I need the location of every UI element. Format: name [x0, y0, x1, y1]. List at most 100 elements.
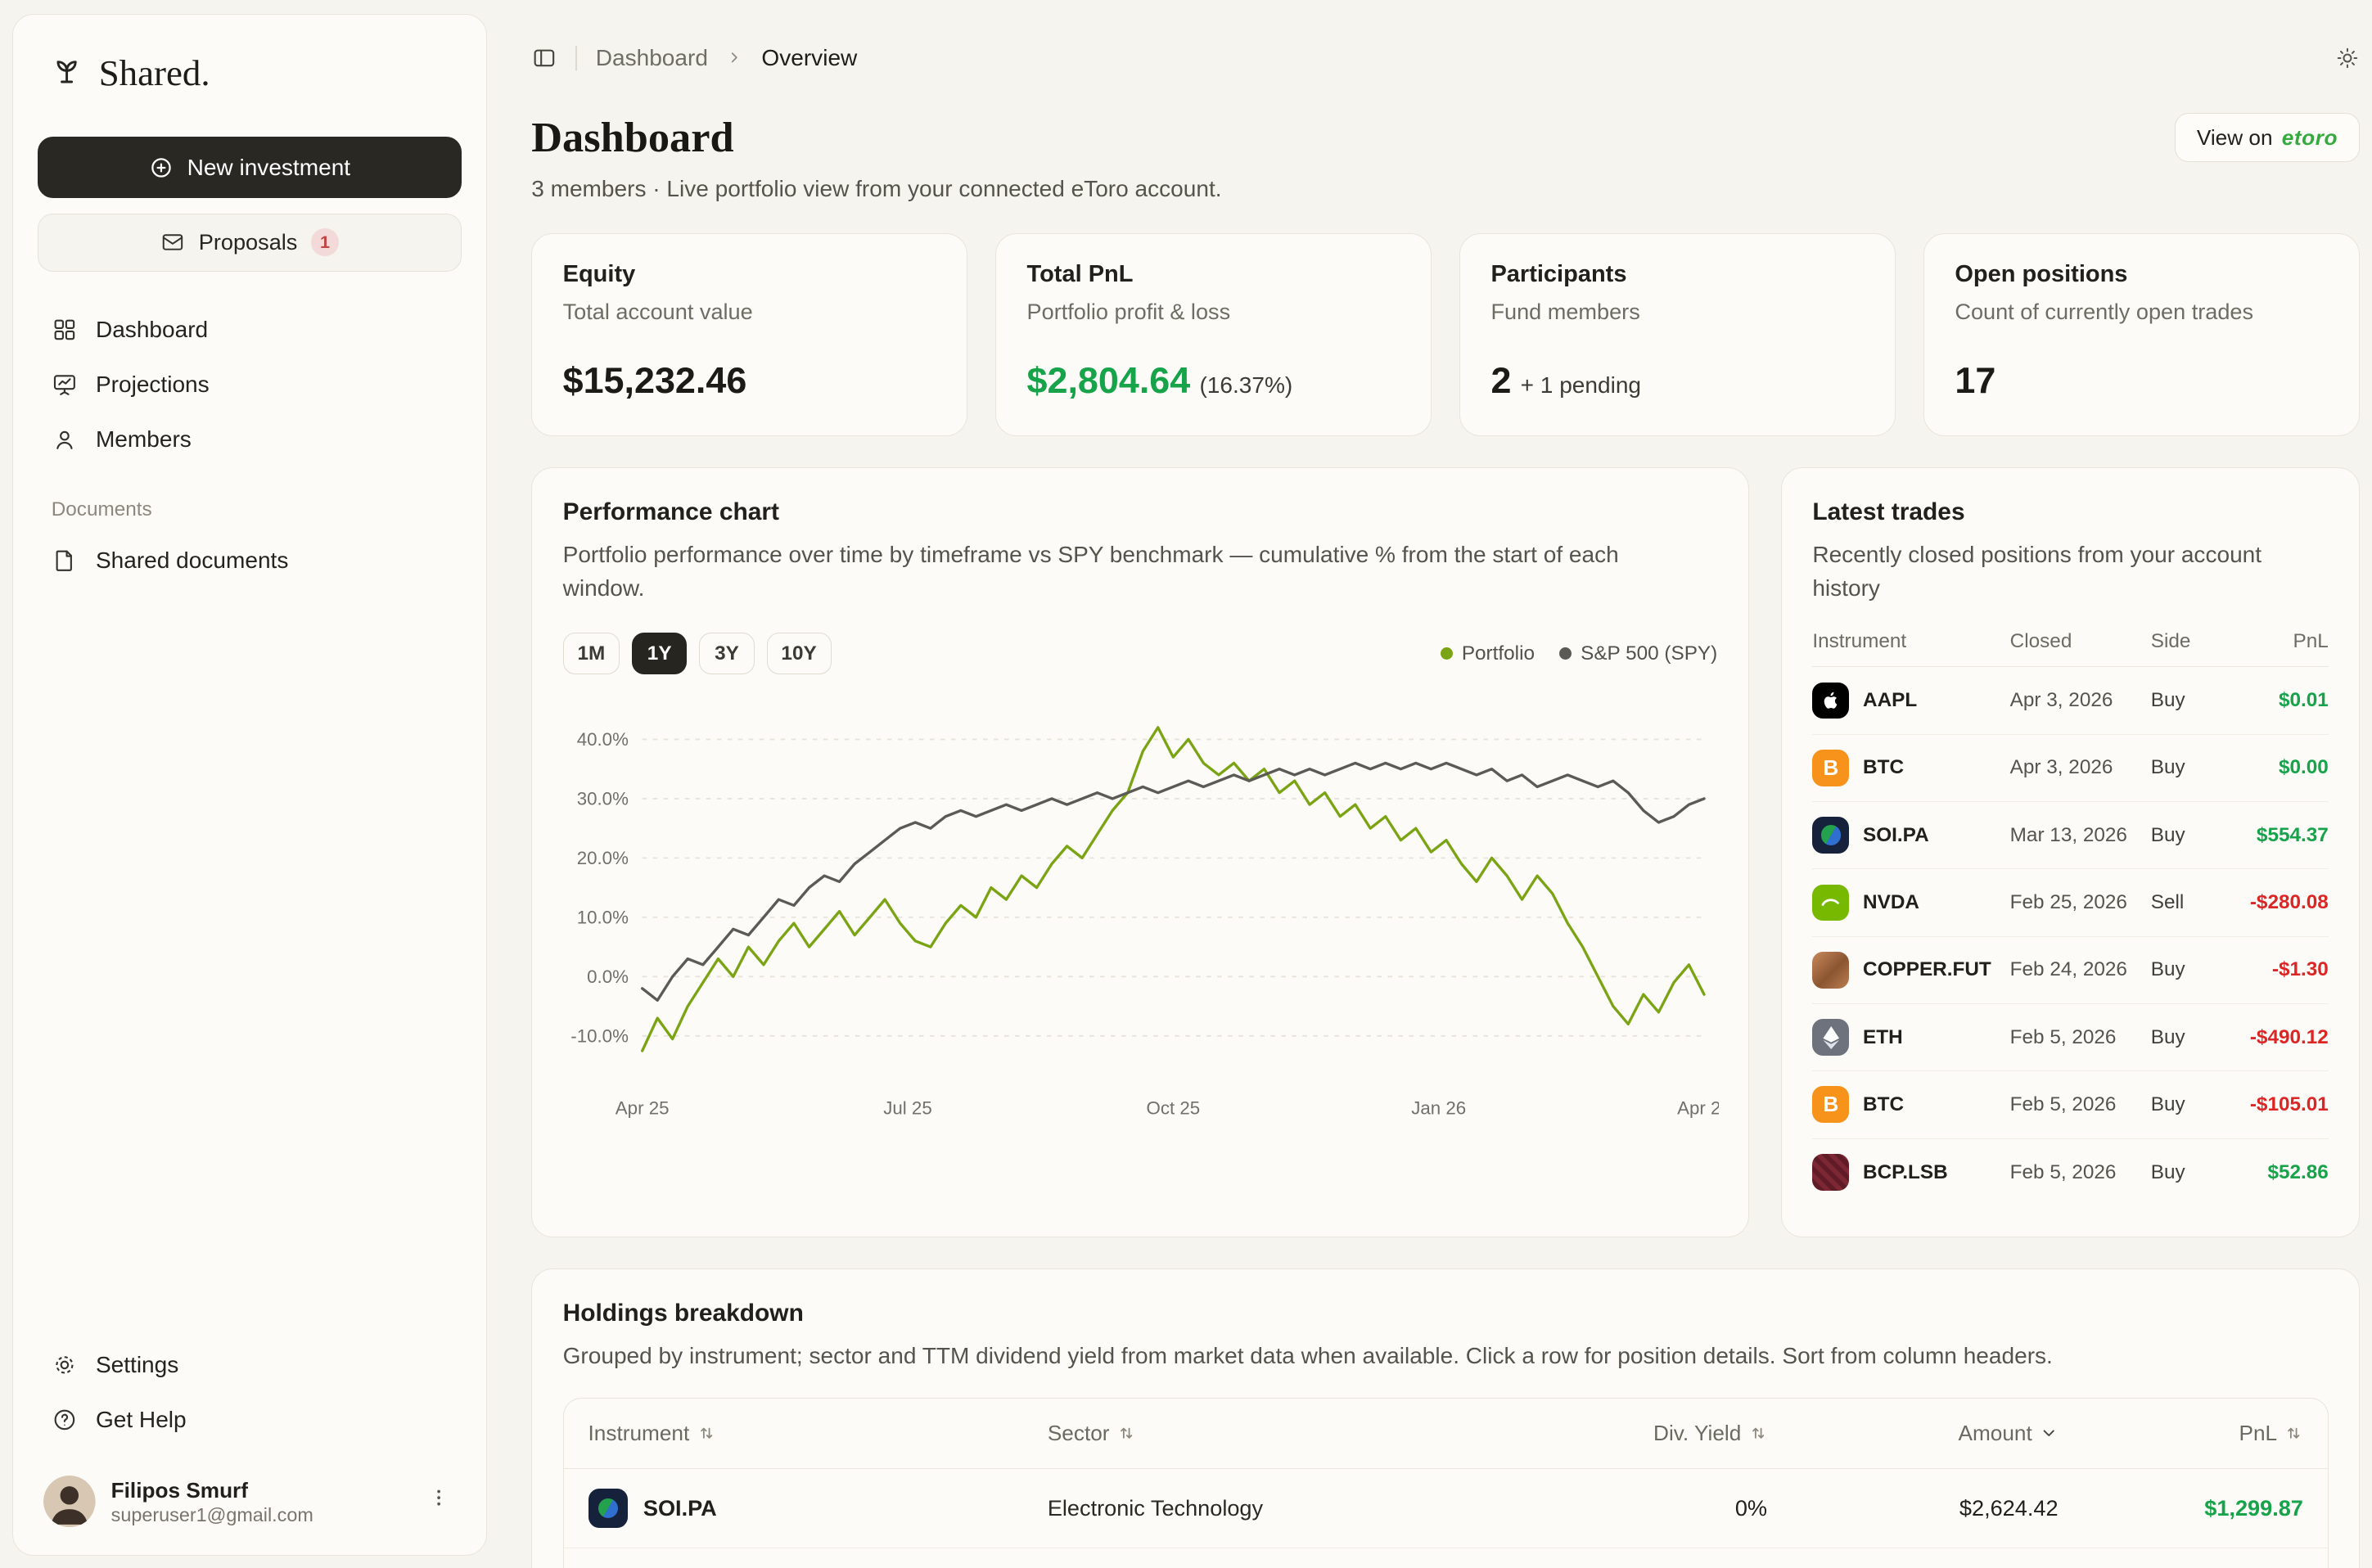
sidebar-item-label: Members	[96, 426, 192, 453]
topbar-divider	[575, 46, 577, 70]
legend-item: Portfolio	[1441, 642, 1535, 665]
stat-title: Open positions	[1955, 261, 2328, 288]
sidebar-item-shared-documents[interactable]: Shared documents	[38, 534, 462, 588]
btc-icon: B	[1812, 1086, 1849, 1123]
holdings-column-div-yield[interactable]: Div. Yield	[1568, 1421, 1767, 1446]
sidebar-item-label: Projections	[96, 372, 210, 398]
btc-icon: B	[1812, 750, 1849, 786]
holdings-column-pnl[interactable]: PnL	[2059, 1421, 2303, 1446]
stat-card-open-positions: Open positions Count of currently open t…	[1923, 233, 2360, 437]
document-icon	[52, 547, 78, 574]
sidebar-item-members[interactable]: Members	[38, 412, 462, 467]
sidebar-item-settings[interactable]: Settings	[38, 1337, 462, 1392]
timeframe-1m[interactable]: 1M	[563, 633, 620, 674]
theme-toggle-sun-icon[interactable]	[2335, 46, 2360, 70]
timeframe-group: 1M 1Y 3Y 10Y	[563, 633, 844, 674]
stat-subtitle: Count of currently open trades	[1955, 299, 2328, 325]
holding-pnl: $1,299.87	[2059, 1495, 2303, 1521]
trade-pnl: -$490.12	[2218, 1026, 2329, 1049]
user-name: Filipos Smurf	[111, 1476, 313, 1504]
svg-text:Apr 26: Apr 26	[1677, 1097, 1719, 1118]
trade-side: Buy	[2151, 756, 2218, 779]
latest-trades-header: Instrument Closed Side PnL	[1812, 611, 2328, 667]
holdings-table-header: Instrument Sector Div. Yield Amount	[564, 1399, 2328, 1469]
soi-icon	[1812, 817, 1849, 854]
trade-symbol: AAPL	[1863, 689, 1917, 712]
trade-row[interactable]: BBTCApr 3, 2026Buy$0.00	[1812, 735, 2328, 802]
gear-icon	[52, 1352, 78, 1378]
svg-text:Jan 26: Jan 26	[1411, 1097, 1466, 1118]
aapl-icon	[1812, 683, 1849, 719]
timeframe-3y[interactable]: 3Y	[699, 633, 754, 674]
new-investment-label: New investment	[187, 155, 351, 181]
new-investment-button[interactable]: New investment	[38, 137, 462, 198]
legend-item: S&P 500 (SPY)	[1559, 642, 1717, 665]
chevron-down-icon	[2040, 1424, 2058, 1442]
performance-chart-description: Portfolio performance over time by timef…	[563, 538, 1697, 605]
trade-side: Sell	[2151, 891, 2218, 914]
trade-pnl: -$280.08	[2218, 891, 2329, 914]
holding-amount: $2,624.42	[1767, 1495, 2058, 1521]
trade-row[interactable]: AAPLApr 3, 2026Buy$0.01	[1812, 667, 2328, 734]
sidebar-item-dashboard[interactable]: Dashboard	[38, 302, 462, 357]
holdings-description: Grouped by instrument; sector and TTM di…	[563, 1340, 2329, 1373]
user-profile[interactable]: Filipos Smurf superuser1@gmail.com	[38, 1476, 462, 1528]
holding-row[interactable]: BBTC2 positionsCrypto—$2,199.18-$1,310.7…	[564, 1548, 2328, 1568]
eth-icon	[1812, 1019, 1849, 1056]
trade-symbol: SOI.PA	[1863, 824, 1929, 847]
sort-icon	[2284, 1424, 2302, 1442]
breadcrumb-dashboard[interactable]: Dashboard	[596, 45, 708, 71]
app-root: Shared. New investment Proposals 1 Dashb…	[0, 0, 2372, 1568]
stat-subtitle: Fund members	[1490, 299, 1864, 325]
trade-row[interactable]: SOI.PAMar 13, 2026Buy$554.37	[1812, 802, 2328, 869]
trade-row[interactable]: COPPER.FUTFeb 24, 2026Buy-$1.30	[1812, 937, 2328, 1004]
trade-closed-date: Feb 25, 2026	[2010, 891, 2151, 914]
column-side: Side	[2151, 630, 2218, 653]
trade-pnl: -$105.01	[2218, 1093, 2329, 1116]
sidebar: Shared. New investment Proposals 1 Dashb…	[12, 14, 487, 1556]
holdings-column-sector[interactable]: Sector	[1048, 1421, 1568, 1446]
page-header: Dashboard 3 members · Live portfolio vie…	[531, 113, 2360, 202]
sidebar-bottom: Settings Get Help Filipos Smurf	[38, 1337, 462, 1527]
page-subtitle: 3 members · Live portfolio view from you…	[531, 176, 1221, 202]
sidebar-item-label: Get Help	[96, 1407, 187, 1433]
trade-row[interactable]: BCP.LSBFeb 5, 2026Buy$52.86	[1812, 1139, 2328, 1206]
sidebar-toggle-icon[interactable]	[531, 45, 557, 71]
sort-icon	[1749, 1424, 1767, 1442]
trade-row[interactable]: NVDAFeb 25, 2026Sell-$280.08	[1812, 869, 2328, 936]
sidebar-item-projections[interactable]: Projections	[38, 357, 462, 412]
etoro-logo: etoro	[2282, 125, 2338, 151]
trade-side: Buy	[2151, 824, 2218, 847]
breadcrumb-overview: Overview	[761, 45, 857, 71]
holding-sector: Electronic Technology	[1048, 1495, 1568, 1521]
column-closed: Closed	[2010, 630, 2151, 653]
trade-row[interactable]: ETHFeb 5, 2026Buy-$490.12	[1812, 1004, 2328, 1071]
holdings-column-amount[interactable]: Amount	[1767, 1421, 2058, 1446]
sidebar-item-get-help[interactable]: Get Help	[38, 1393, 462, 1448]
holdings-column-instrument[interactable]: Instrument	[588, 1421, 1048, 1446]
svg-text:Oct 25: Oct 25	[1146, 1097, 1200, 1118]
view-on-etoro-button[interactable]: View on etoro	[2175, 113, 2361, 162]
trade-symbol: BTC	[1863, 1093, 1904, 1116]
timeframe-1y[interactable]: 1Y	[632, 633, 687, 674]
nvda-icon	[1812, 885, 1849, 921]
trade-symbol: ETH	[1863, 1026, 1903, 1049]
documents-section-label: Documents	[52, 498, 462, 521]
holding-row[interactable]: SOI.PAElectronic Technology0%$2,624.42$1…	[564, 1469, 2328, 1548]
latest-trades-rows: AAPLApr 3, 2026Buy$0.01BBTCApr 3, 2026Bu…	[1812, 667, 2328, 1206]
trade-side: Buy	[2151, 1161, 2218, 1184]
proposals-button[interactable]: Proposals 1	[38, 214, 462, 272]
svg-text:0.0%: 0.0%	[587, 966, 629, 986]
stat-value: $2,804.64(16.37%)	[1027, 359, 1400, 402]
trade-pnl: $0.01	[2218, 689, 2329, 712]
envelope-icon	[160, 230, 185, 255]
copper-icon	[1812, 952, 1849, 989]
timeframe-10y[interactable]: 10Y	[767, 633, 832, 674]
svg-text:40.0%: 40.0%	[576, 728, 628, 749]
sidebar-item-label: Settings	[96, 1352, 178, 1378]
trade-row[interactable]: BBTCFeb 5, 2026Buy-$105.01	[1812, 1071, 2328, 1138]
user-menu-kebab-icon[interactable]	[422, 1481, 455, 1521]
plus-circle-icon	[149, 155, 174, 180]
stat-value: 17	[1955, 359, 2328, 402]
svg-text:20.0%: 20.0%	[576, 847, 628, 867]
